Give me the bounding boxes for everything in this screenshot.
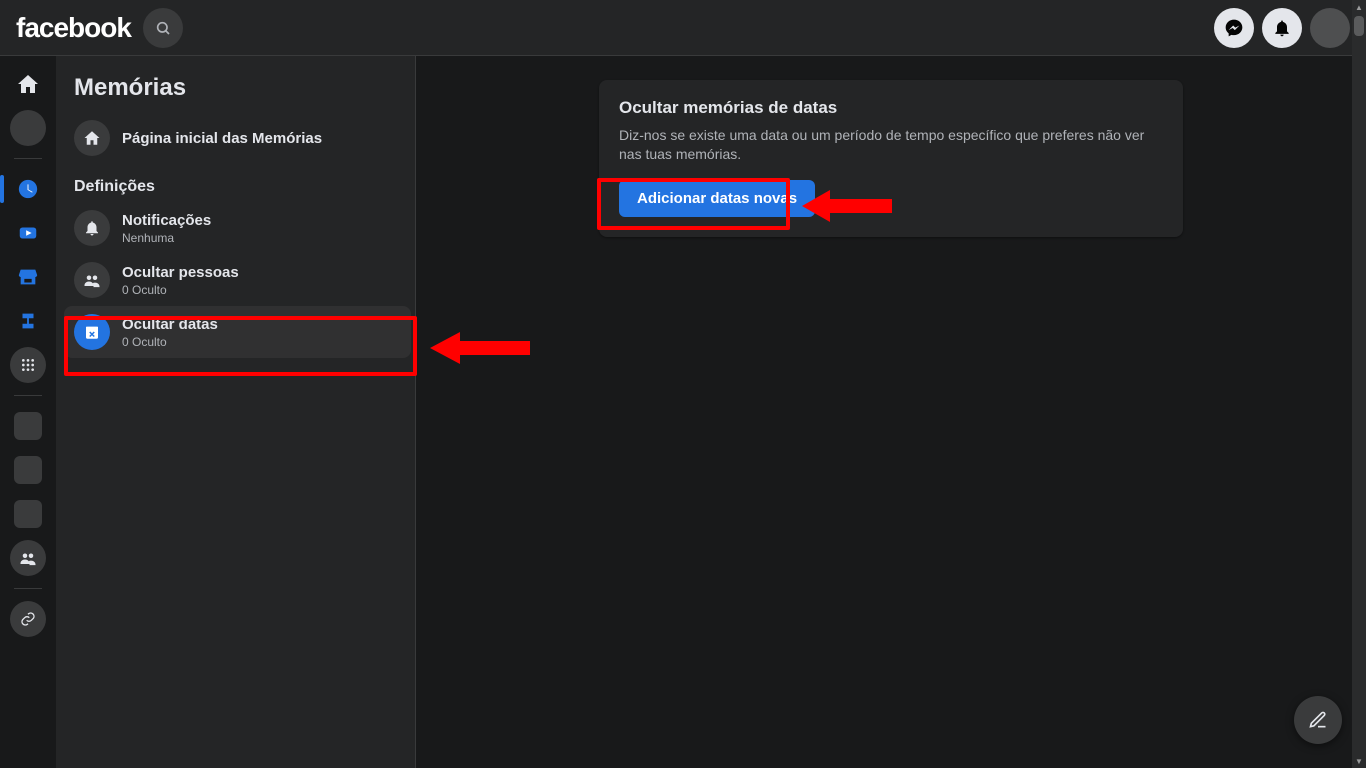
messenger-button[interactable] bbox=[1214, 8, 1254, 48]
watch-icon bbox=[17, 222, 39, 244]
rail-memories[interactable] bbox=[10, 171, 46, 207]
compose-button[interactable] bbox=[1294, 696, 1342, 744]
search-icon bbox=[155, 20, 171, 36]
rail-divider-2 bbox=[14, 395, 42, 396]
gaming-icon bbox=[17, 310, 39, 332]
sidebar-item-subtitle: 0 Oculto bbox=[122, 283, 239, 297]
notifications-button[interactable] bbox=[1262, 8, 1302, 48]
facebook-logo[interactable]: facebook bbox=[16, 12, 131, 44]
sidebar-home-label: Página inicial das Memórias bbox=[122, 130, 322, 147]
bell-icon bbox=[83, 219, 101, 237]
people-circle-icon bbox=[74, 262, 110, 298]
top-bar: facebook bbox=[0, 0, 1366, 56]
rail-shortcut-2[interactable] bbox=[10, 452, 46, 488]
sidebar-home-row[interactable]: Página inicial das Memórias bbox=[64, 112, 411, 164]
compose-icon bbox=[1308, 710, 1328, 730]
home-circle-icon bbox=[74, 120, 110, 156]
sidebar-item-notifications[interactable]: Notificações Nenhuma bbox=[64, 202, 411, 254]
scroll-up-icon[interactable]: ▲ bbox=[1352, 0, 1366, 14]
store-icon bbox=[17, 266, 39, 288]
grid-icon bbox=[20, 357, 36, 373]
sidebar-item-subtitle: 0 Oculto bbox=[122, 335, 218, 349]
rail-divider bbox=[14, 158, 42, 159]
page-scrollbar[interactable]: ▲ ▼ bbox=[1352, 0, 1366, 768]
rail-shortcut-3[interactable] bbox=[10, 496, 46, 532]
top-right-controls bbox=[1214, 8, 1350, 48]
calendar-circle-icon bbox=[74, 314, 110, 350]
scroll-thumb[interactable] bbox=[1354, 16, 1364, 36]
rail-watch[interactable] bbox=[10, 215, 46, 251]
card-title: Ocultar memórias de datas bbox=[619, 98, 1163, 118]
sidebar-settings-label: Definições bbox=[64, 164, 411, 202]
people-icon bbox=[83, 271, 101, 289]
sidebar-item-hide-people[interactable]: Ocultar pessoas 0 Oculto bbox=[64, 254, 411, 306]
left-rail bbox=[0, 56, 56, 768]
main-content: Ocultar memórias de datas Diz-nos se exi… bbox=[416, 56, 1366, 768]
rail-gaming[interactable] bbox=[10, 303, 46, 339]
link-icon bbox=[20, 611, 36, 627]
scroll-down-icon[interactable]: ▼ bbox=[1352, 754, 1366, 768]
rail-link[interactable] bbox=[10, 601, 46, 637]
hide-dates-card: Ocultar memórias de datas Diz-nos se exi… bbox=[599, 80, 1183, 237]
bell-circle-icon bbox=[74, 210, 110, 246]
profile-avatar[interactable] bbox=[1310, 8, 1350, 48]
messenger-icon bbox=[1224, 18, 1244, 38]
clock-icon bbox=[17, 178, 39, 200]
card-description: Diz-nos se existe uma data ou um período… bbox=[619, 126, 1163, 164]
rail-groups[interactable] bbox=[10, 540, 46, 576]
rail-menu-grid[interactable] bbox=[10, 347, 46, 383]
sidebar-item-title: Notificações bbox=[122, 212, 211, 229]
rail-divider-3 bbox=[14, 588, 42, 589]
rail-home[interactable] bbox=[10, 66, 46, 102]
search-button[interactable] bbox=[143, 8, 183, 48]
rail-marketplace[interactable] bbox=[10, 259, 46, 295]
rail-profile[interactable] bbox=[10, 110, 46, 146]
sidebar-title: Memórias bbox=[64, 70, 411, 112]
add-new-dates-button[interactable]: Adicionar datas novas bbox=[619, 180, 815, 217]
home-icon bbox=[16, 72, 40, 96]
sidebar-item-subtitle: Nenhuma bbox=[122, 231, 211, 245]
groups-icon bbox=[19, 549, 37, 567]
sidebar-item-title: Ocultar datas bbox=[122, 316, 218, 333]
memories-sidebar: Memórias Página inicial das Memórias Def… bbox=[56, 56, 416, 768]
rail-shortcut-1[interactable] bbox=[10, 408, 46, 444]
sidebar-item-hide-dates[interactable]: Ocultar datas 0 Oculto bbox=[64, 306, 411, 358]
home-icon bbox=[83, 129, 101, 147]
calendar-x-icon bbox=[83, 323, 101, 341]
bell-icon bbox=[1272, 18, 1292, 38]
sidebar-item-title: Ocultar pessoas bbox=[122, 264, 239, 281]
